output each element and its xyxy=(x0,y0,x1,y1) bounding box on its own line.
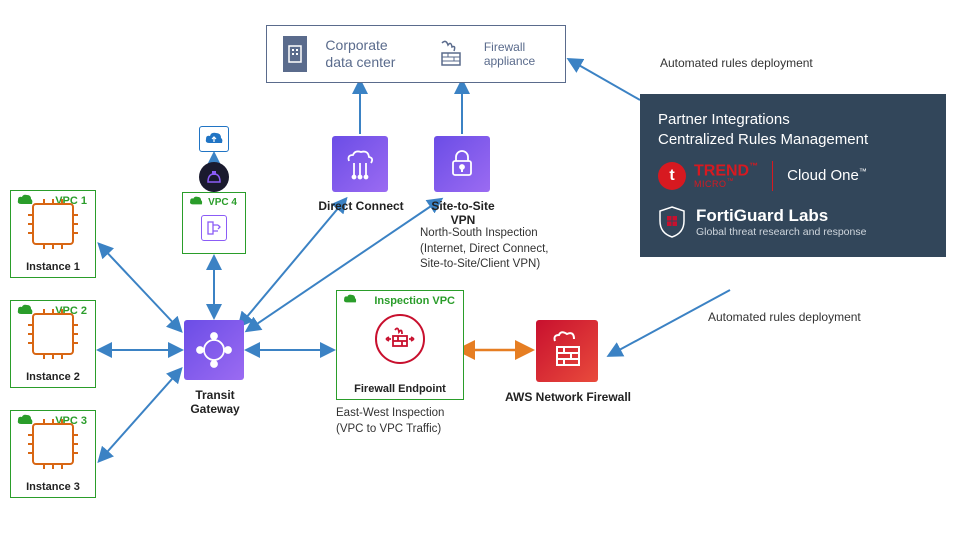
trend-brand: TREND™ xyxy=(694,162,758,179)
vpc-4-box: VPC 4 xyxy=(182,192,246,254)
instance-1-label: Instance 1 xyxy=(11,261,95,273)
nat-gateway-icon xyxy=(201,215,227,241)
transit-gateway-label: Transit Gateway xyxy=(178,388,252,416)
aws-network-firewall-label: AWS Network Firewall xyxy=(498,390,638,404)
north-south-inspection-text: North-South Inspection (Internet, Direct… xyxy=(420,226,580,273)
direct-connect-label: Direct Connect xyxy=(318,199,404,213)
vpc-1-box: VPC 1 Instance 1 xyxy=(10,190,96,278)
aws-network-firewall-group xyxy=(536,320,598,382)
corporate-data-center-box: Corporate data center Firewall appliance xyxy=(266,25,566,83)
transit-gateway-icon xyxy=(184,320,244,380)
internet-gateway-icon xyxy=(199,162,229,192)
cloud-icon xyxy=(343,294,357,304)
cpu-icon xyxy=(32,313,74,355)
firewall-appliance-label: Firewall appliance xyxy=(484,40,549,69)
inspection-vpc-label: Inspection VPC xyxy=(374,295,455,307)
partner-title: Partner Integrations Centralized Rules M… xyxy=(658,110,928,151)
inspection-vpc-box: Inspection VPC Firewall Endpoint xyxy=(336,290,464,400)
divider xyxy=(772,161,773,191)
trend-micro-logo: t TREND™ MICRO™ xyxy=(658,162,758,190)
fortiguard-title: FortiGuard Labs xyxy=(696,206,866,226)
shield-icon xyxy=(658,205,686,239)
firewall-endpoint-label: Firewall Endpoint xyxy=(337,383,463,395)
direct-connect-group xyxy=(332,136,388,192)
building-icon xyxy=(283,36,307,72)
automated-rules-bottom-label: Automated rules deployment xyxy=(708,310,861,324)
transit-gateway-group xyxy=(184,320,244,380)
vpc-2-box: VPC 2 Instance 2 xyxy=(10,300,96,388)
cpu-icon xyxy=(32,203,74,245)
trend-sub: MICRO™ xyxy=(694,178,758,189)
fortiguard-sub: Global threat research and response xyxy=(696,226,866,238)
instance-2-label: Instance 2 xyxy=(11,371,95,383)
site-to-site-vpn-icon xyxy=(434,136,490,192)
firewall-endpoint-icon xyxy=(375,314,425,364)
cloud-icon xyxy=(189,196,203,206)
instance-3-label: Instance 3 xyxy=(11,481,95,493)
trend-micro-ball-icon: t xyxy=(658,162,686,190)
site-to-site-vpn-group xyxy=(434,136,490,192)
firewall-appliance-icon xyxy=(436,39,466,69)
automated-rules-top-label: Automated rules deployment xyxy=(660,56,813,70)
fortiguard-row: FortiGuard Labs Global threat research a… xyxy=(658,205,928,239)
corporate-title: Corporate data center xyxy=(325,37,417,71)
partner-integrations-box: Partner Integrations Centralized Rules M… xyxy=(640,94,946,257)
cloud-upload-icon xyxy=(199,126,229,152)
cpu-icon xyxy=(32,423,74,465)
site-to-site-vpn-label: Site-to-Site VPN xyxy=(420,199,506,227)
vpc-3-box: VPC 3 Instance 3 xyxy=(10,410,96,498)
vpc-4-label: VPC 4 xyxy=(208,197,237,208)
trend-micro-row: t TREND™ MICRO™ Cloud One™ xyxy=(658,161,928,191)
east-west-inspection-text: East-West Inspection (VPC to VPC Traffic… xyxy=(336,406,486,437)
aws-network-firewall-icon xyxy=(536,320,598,382)
cloud-one-label: Cloud One™ xyxy=(787,167,867,184)
direct-connect-icon xyxy=(332,136,388,192)
